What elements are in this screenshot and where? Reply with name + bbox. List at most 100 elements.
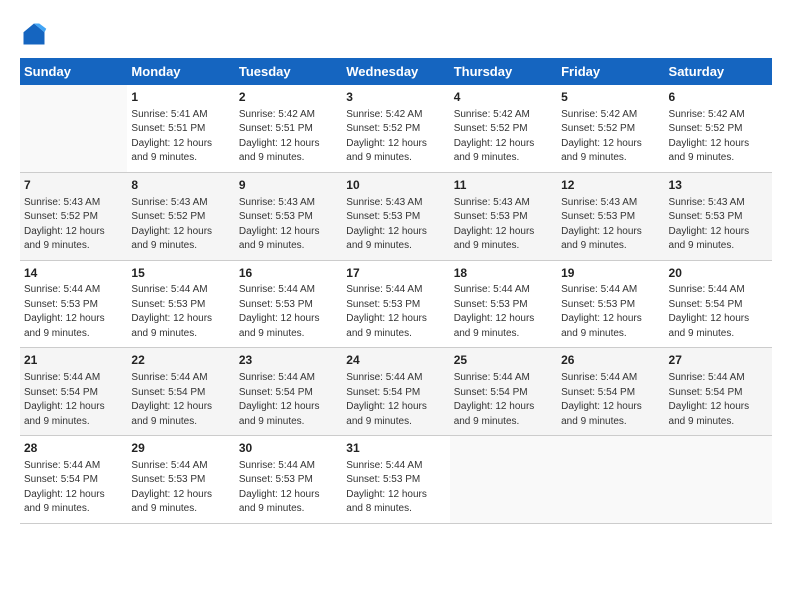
week-row-3: 14Sunrise: 5:44 AM Sunset: 5:53 PM Dayli… — [20, 260, 772, 348]
day-cell: 1 Sunrise: 5:41 AM Sunset: 5:51 PM Daylig… — [127, 85, 234, 172]
day-cell: 24 Sunrise: 5:44 AM Sunset: 5:54 PM Dayli… — [342, 348, 449, 436]
day-cell: 19Sunrise: 5:44 AM Sunset: 5:53 PM Dayli… — [557, 260, 664, 348]
day-info: Sunrise: 5:44 AM Sunset: 5:53 PM Dayligh… — [561, 283, 660, 341]
day-info: Sunrise: 5:44 AM Sunset: 5:54 PM Dayligh… — [24, 459, 123, 517]
day-number: 4 — [454, 89, 553, 106]
day-number: 30 — [239, 440, 338, 457]
day-cell: 26 Sunrise: 5:44 AM Sunset: 5:54 PM Dayli… — [557, 348, 664, 436]
day-info: Sunrise: 5:44 AM Sunset: 5:53 PM Dayligh… — [239, 459, 338, 517]
day-cell: 17Sunrise: 5:44 AM Sunset: 5:53 PM Dayli… — [342, 260, 449, 348]
day-number: 24 — [346, 352, 445, 369]
day-number: 29 — [131, 440, 230, 457]
day-cell: 9 Sunrise: 5:43 AM Sunset: 5:53 PM Daylig… — [235, 172, 342, 260]
day-info: Sunrise: 5:43 AM Sunset: 5:53 PM Dayligh… — [669, 196, 768, 254]
calendar-table: SundayMondayTuesdayWednesdayThursdayFrid… — [20, 58, 772, 524]
header-cell-wednesday: Wednesday — [342, 58, 449, 85]
week-row-2: 7 Sunrise: 5:43 AM Sunset: 5:52 PM Daylig… — [20, 172, 772, 260]
day-number: 27 — [669, 352, 768, 369]
day-info: Sunrise: 5:44 AM Sunset: 5:54 PM Dayligh… — [239, 371, 338, 429]
logo — [20, 20, 52, 48]
header-cell-saturday: Saturday — [665, 58, 772, 85]
day-cell: 3 Sunrise: 5:42 AM Sunset: 5:52 PM Daylig… — [342, 85, 449, 172]
day-cell — [20, 85, 127, 172]
day-info: Sunrise: 5:44 AM Sunset: 5:54 PM Dayligh… — [454, 371, 553, 429]
day-cell: 2Sunrise: 5:42 AM Sunset: 5:51 PM Daylig… — [235, 85, 342, 172]
calendar-header: SundayMondayTuesdayWednesdayThursdayFrid… — [20, 58, 772, 85]
day-info: Sunrise: 5:44 AM Sunset: 5:53 PM Dayligh… — [131, 459, 230, 517]
header-cell-sunday: Sunday — [20, 58, 127, 85]
day-cell: 12Sunrise: 5:43 AM Sunset: 5:53 PM Dayli… — [557, 172, 664, 260]
day-info: Sunrise: 5:44 AM Sunset: 5:53 PM Dayligh… — [454, 283, 553, 341]
day-info: Sunrise: 5:44 AM Sunset: 5:53 PM Dayligh… — [131, 283, 230, 341]
day-cell: 27 Sunrise: 5:44 AM Sunset: 5:54 PM Dayli… — [665, 348, 772, 436]
day-info: Sunrise: 5:43 AM Sunset: 5:53 PM Dayligh… — [454, 196, 553, 254]
day-number: 3 — [346, 89, 445, 106]
day-number: 10 — [346, 177, 445, 194]
day-number: 16 — [239, 265, 338, 282]
day-info: Sunrise: 5:44 AM Sunset: 5:54 PM Dayligh… — [24, 371, 123, 429]
day-cell: 30 Sunrise: 5:44 AM Sunset: 5:53 PM Dayli… — [235, 436, 342, 524]
day-cell: 14Sunrise: 5:44 AM Sunset: 5:53 PM Dayli… — [20, 260, 127, 348]
day-info: Sunrise: 5:44 AM Sunset: 5:54 PM Dayligh… — [561, 371, 660, 429]
day-number: 28 — [24, 440, 123, 457]
day-info: Sunrise: 5:44 AM Sunset: 5:53 PM Dayligh… — [24, 283, 123, 341]
day-info: Sunrise: 5:44 AM Sunset: 5:54 PM Dayligh… — [669, 371, 768, 429]
day-cell: 20Sunrise: 5:44 AM Sunset: 5:54 PM Dayli… — [665, 260, 772, 348]
day-cell: 4 Sunrise: 5:42 AM Sunset: 5:52 PM Daylig… — [450, 85, 557, 172]
day-info: Sunrise: 5:44 AM Sunset: 5:53 PM Dayligh… — [239, 283, 338, 341]
day-info: Sunrise: 5:44 AM Sunset: 5:53 PM Dayligh… — [346, 283, 445, 341]
day-cell: 22Sunrise: 5:44 AM Sunset: 5:54 PM Dayli… — [127, 348, 234, 436]
day-cell: 28 Sunrise: 5:44 AM Sunset: 5:54 PM Dayli… — [20, 436, 127, 524]
day-info: Sunrise: 5:43 AM Sunset: 5:52 PM Dayligh… — [24, 196, 123, 254]
day-number: 14 — [24, 265, 123, 282]
week-row-4: 21 Sunrise: 5:44 AM Sunset: 5:54 PM Dayli… — [20, 348, 772, 436]
day-number: 23 — [239, 352, 338, 369]
day-info: Sunrise: 5:44 AM Sunset: 5:54 PM Dayligh… — [669, 283, 768, 341]
day-number: 17 — [346, 265, 445, 282]
header-cell-tuesday: Tuesday — [235, 58, 342, 85]
header-cell-thursday: Thursday — [450, 58, 557, 85]
day-cell: 15Sunrise: 5:44 AM Sunset: 5:53 PM Dayli… — [127, 260, 234, 348]
day-number: 11 — [454, 177, 553, 194]
day-cell: 5Sunrise: 5:42 AM Sunset: 5:52 PM Daylig… — [557, 85, 664, 172]
day-info: Sunrise: 5:44 AM Sunset: 5:54 PM Dayligh… — [131, 371, 230, 429]
day-number: 7 — [24, 177, 123, 194]
day-cell — [665, 436, 772, 524]
day-number: 12 — [561, 177, 660, 194]
day-number: 21 — [24, 352, 123, 369]
day-cell: 7 Sunrise: 5:43 AM Sunset: 5:52 PM Daylig… — [20, 172, 127, 260]
day-cell: 18Sunrise: 5:44 AM Sunset: 5:53 PM Dayli… — [450, 260, 557, 348]
day-info: Sunrise: 5:44 AM Sunset: 5:53 PM Dayligh… — [346, 459, 445, 517]
header-cell-friday: Friday — [557, 58, 664, 85]
day-cell: 29 Sunrise: 5:44 AM Sunset: 5:53 PM Dayli… — [127, 436, 234, 524]
day-number: 2 — [239, 89, 338, 106]
header-row: SundayMondayTuesdayWednesdayThursdayFrid… — [20, 58, 772, 85]
day-number: 15 — [131, 265, 230, 282]
week-row-5: 28 Sunrise: 5:44 AM Sunset: 5:54 PM Dayli… — [20, 436, 772, 524]
day-number: 8 — [131, 177, 230, 194]
day-cell: 6Sunrise: 5:42 AM Sunset: 5:52 PM Daylig… — [665, 85, 772, 172]
day-number: 26 — [561, 352, 660, 369]
day-info: Sunrise: 5:43 AM Sunset: 5:53 PM Dayligh… — [239, 196, 338, 254]
day-cell: 10 Sunrise: 5:43 AM Sunset: 5:53 PM Dayli… — [342, 172, 449, 260]
day-number: 31 — [346, 440, 445, 457]
day-cell: 16Sunrise: 5:44 AM Sunset: 5:53 PM Dayli… — [235, 260, 342, 348]
day-cell: 25Sunrise: 5:44 AM Sunset: 5:54 PM Dayli… — [450, 348, 557, 436]
day-number: 9 — [239, 177, 338, 194]
day-info: Sunrise: 5:43 AM Sunset: 5:53 PM Dayligh… — [346, 196, 445, 254]
day-cell — [557, 436, 664, 524]
page-header — [20, 20, 772, 48]
day-info: Sunrise: 5:42 AM Sunset: 5:52 PM Dayligh… — [346, 108, 445, 166]
day-info: Sunrise: 5:41 AM Sunset: 5:51 PM Dayligh… — [131, 108, 230, 166]
day-number: 20 — [669, 265, 768, 282]
calendar-body: 1 Sunrise: 5:41 AM Sunset: 5:51 PM Daylig… — [20, 85, 772, 523]
day-cell: 23 Sunrise: 5:44 AM Sunset: 5:54 PM Dayli… — [235, 348, 342, 436]
week-row-1: 1 Sunrise: 5:41 AM Sunset: 5:51 PM Daylig… — [20, 85, 772, 172]
day-info: Sunrise: 5:44 AM Sunset: 5:54 PM Dayligh… — [346, 371, 445, 429]
day-cell: 13Sunrise: 5:43 AM Sunset: 5:53 PM Dayli… — [665, 172, 772, 260]
day-cell: 21 Sunrise: 5:44 AM Sunset: 5:54 PM Dayli… — [20, 348, 127, 436]
day-number: 1 — [131, 89, 230, 106]
day-info: Sunrise: 5:42 AM Sunset: 5:52 PM Dayligh… — [454, 108, 553, 166]
day-cell — [450, 436, 557, 524]
day-info: Sunrise: 5:42 AM Sunset: 5:52 PM Dayligh… — [669, 108, 768, 166]
